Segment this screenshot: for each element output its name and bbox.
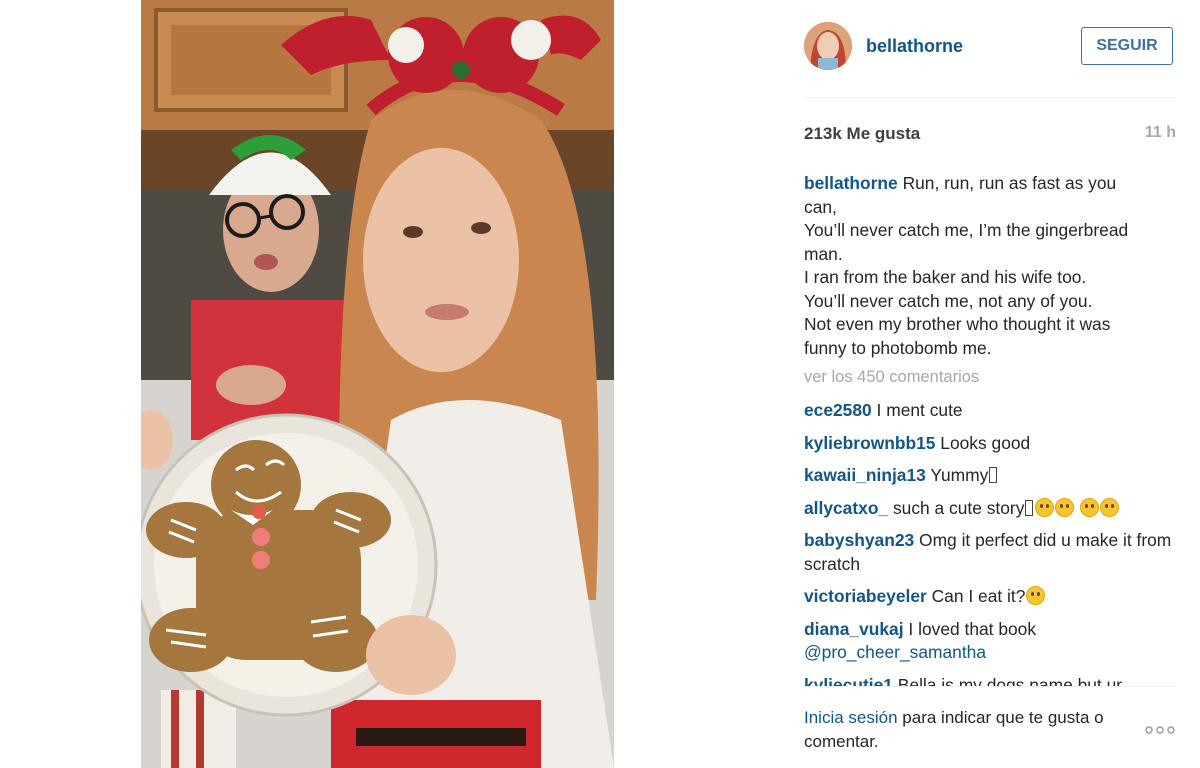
- comment-text: such a cute story: [892, 497, 1025, 518]
- comment-text: I loved that book: [908, 618, 1037, 639]
- post-header: bellathorne SEGUIR: [804, 22, 1176, 74]
- comment-username[interactable]: ece2580: [804, 400, 872, 420]
- ellipsis-icon-graphic: [1145, 726, 1175, 734]
- view-all-comments-link[interactable]: ver los 450 comentarios: [804, 368, 979, 387]
- caption-line: Run, run, run as fast as you: [902, 173, 1117, 193]
- comment-text: I ment cute: [876, 400, 963, 420]
- caption-line: can,: [804, 196, 837, 217]
- caption-line: You’ll never catch me, I’m the gingerbre…: [804, 220, 1129, 240]
- follow-button[interactable]: SEGUIR: [1081, 27, 1173, 65]
- like-count[interactable]: 213k Me gusta: [804, 124, 920, 144]
- sweat-smile-emoji-icon: [1026, 586, 1046, 605]
- caption-line: man.: [804, 243, 843, 264]
- comment-username[interactable]: diana_vukaj: [804, 619, 904, 639]
- comment-text: Bella is my dogs name but ur: [897, 674, 1123, 687]
- caption-line: funny to photobomb me.: [804, 337, 992, 358]
- comment-item: diana_vukaj I loved that book @pro_cheer…: [804, 618, 1176, 665]
- comment-username[interactable]: babyshyan23: [804, 530, 914, 550]
- smiling-emoji-icon: [1080, 497, 1100, 517]
- comment-item: kawaii_ninja13 Yummy: [804, 464, 1176, 488]
- post-caption: bellathorne Run, run, run as fast as you…: [804, 172, 1176, 360]
- instagram-post-page: bellathorne SEGUIR 213k Me gusta 11 h be…: [0, 0, 1200, 768]
- comment-username[interactable]: kawaii_ninja13: [804, 465, 926, 485]
- smiling-emoji-icon: [1100, 497, 1120, 517]
- comment-item: kyliebrownbb15 Looks good: [804, 432, 1176, 456]
- comment-item: allycatxo_ such a cute story: [804, 497, 1176, 521]
- caption-line: I ran from the baker and his wife too.: [804, 267, 1087, 287]
- footer-divider: [804, 686, 1176, 687]
- caption-line: You’ll never catch me, not any of you.: [804, 290, 1093, 311]
- ellipsis-icon[interactable]: [1144, 722, 1176, 738]
- avatar-image: [804, 22, 852, 70]
- user-avatar[interactable]: [804, 22, 852, 70]
- comment-username[interactable]: kyliebrownbb15: [804, 433, 935, 453]
- caption-line: Not even my brother who thought it was: [804, 314, 1111, 334]
- post-timestamp[interactable]: 11 h: [1145, 124, 1176, 142]
- missing-glyph-icon: [989, 467, 998, 483]
- comment-text: Looks good: [940, 432, 1031, 453]
- post-username[interactable]: bellathorne: [866, 36, 963, 57]
- post-sidebar: bellathorne SEGUIR 213k Me gusta 11 h be…: [804, 0, 1176, 768]
- missing-glyph-icon: [1025, 499, 1034, 516]
- post-photo-image: [141, 0, 614, 768]
- tears-of-joy-emoji-icon: [1055, 497, 1075, 517]
- comment-username[interactable]: kyliecutie1: [804, 675, 893, 687]
- comment-mention[interactable]: @pro_cheer_samantha: [804, 642, 986, 662]
- comment-username[interactable]: allycatxo_: [804, 498, 888, 518]
- login-prompt: Inicia sesión para indicar que te gusta …: [804, 706, 1144, 754]
- comment-text: Can I eat it?: [931, 586, 1026, 606]
- login-link[interactable]: Inicia sesión: [804, 708, 898, 727]
- comment-text: Yummy: [930, 465, 989, 485]
- comment-username[interactable]: victoriabeyeler: [804, 586, 927, 606]
- comment-item: kyliecutie1 Bella is my dogs name but ur: [804, 674, 1176, 687]
- comment-item: babyshyan23 Omg it perfect did u make it…: [804, 529, 1176, 576]
- comment-item: victoriabeyeler Can I eat it?: [804, 585, 1176, 609]
- comment-item: ece2580 I ment cute: [804, 399, 1176, 423]
- header-divider: [804, 97, 1176, 98]
- caption-username[interactable]: bellathorne: [804, 173, 898, 193]
- comment-list: ece2580 I ment cute kyliebrownbb15 Looks…: [804, 399, 1176, 686]
- post-photo[interactable]: [141, 0, 614, 768]
- tears-of-joy-emoji-icon: [1035, 497, 1055, 517]
